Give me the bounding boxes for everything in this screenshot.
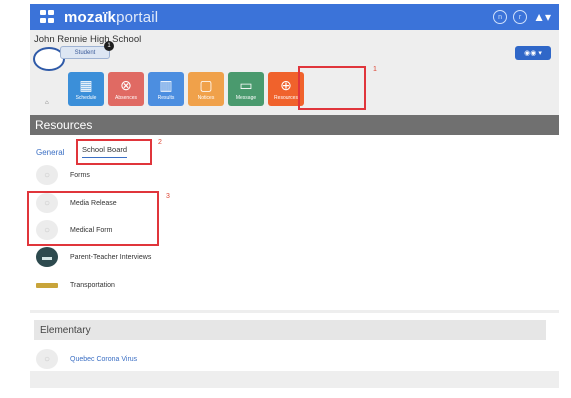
resources-panel: General School Board 2 ○ Forms ○ Media R… bbox=[27, 135, 559, 310]
highlight-box-school-board bbox=[76, 139, 152, 165]
tile-schedule[interactable]: ▦ Schedule bbox=[68, 72, 104, 106]
tile-label: Results bbox=[157, 94, 175, 101]
brand-name-light: portail bbox=[116, 8, 159, 26]
user-menu-icon[interactable]: ▲▾ bbox=[533, 10, 551, 24]
tab-general[interactable]: General bbox=[36, 148, 64, 157]
resources-icon: ⊕ bbox=[280, 76, 292, 93]
highlight-box-resources bbox=[298, 66, 366, 110]
school-name: John Rennie High School bbox=[34, 34, 142, 45]
message-icon: ▭ bbox=[239, 76, 253, 93]
tile-label: Message bbox=[235, 94, 257, 101]
annotation-number: 1 bbox=[373, 66, 377, 73]
tile-notices[interactable]: ▢ Notices bbox=[188, 72, 224, 106]
alarm-icon: ⊗ bbox=[120, 76, 132, 93]
student-chip[interactable]: Student bbox=[60, 46, 110, 59]
elementary-item-label: Quebec Corona Virus bbox=[70, 355, 138, 363]
resource-item-forms[interactable]: ○ Forms bbox=[36, 165, 90, 185]
student-count-badge: 1 bbox=[104, 41, 114, 51]
resource-item-transportation[interactable]: Transportation bbox=[36, 275, 115, 295]
annotation-number: 3 bbox=[166, 193, 170, 200]
mozaik-logo-icon bbox=[40, 10, 56, 24]
tile-label: Schedule bbox=[75, 94, 97, 101]
folder-icon: ▢ bbox=[199, 76, 213, 93]
resource-item-label: Forms bbox=[70, 171, 90, 179]
top-bar: mozaïkportail n r ▲▾ bbox=[30, 4, 559, 30]
tile-label: Notices bbox=[197, 94, 215, 101]
top-icons: n r ▲▾ bbox=[493, 10, 551, 24]
tile-label: Absences bbox=[115, 94, 137, 101]
settings-circle-icon[interactable]: r bbox=[513, 10, 528, 24]
resource-item-parent-teacher[interactable]: ▬ Parent-Teacher Interviews bbox=[36, 247, 151, 267]
bus-icon bbox=[36, 275, 58, 295]
resources-header: Resources bbox=[30, 115, 559, 135]
tile-results[interactable]: ▥ Results bbox=[148, 72, 184, 106]
meeting-icon: ▬ bbox=[36, 247, 58, 267]
brand-name[interactable]: mozaïkportail bbox=[64, 9, 158, 26]
module-tiles: ▦ Schedule ⊗ Absences ▥ Results ▢ Notice… bbox=[68, 72, 304, 106]
notification-icon[interactable]: n bbox=[493, 10, 508, 24]
resource-item-label: Parent-Teacher Interviews bbox=[70, 253, 152, 261]
calendar-icon: ▦ bbox=[79, 76, 93, 93]
document-icon: ○ bbox=[36, 349, 58, 369]
elementary-header: Elementary bbox=[34, 320, 546, 340]
main-content: John Rennie High School Student 1 ◉◉ ▾ ▦ … bbox=[27, 30, 559, 388]
highlight-box-forms bbox=[27, 191, 159, 246]
document-icon: ○ bbox=[36, 165, 58, 185]
elementary-panel: Elementary ○ Quebec Corona Virus bbox=[30, 313, 559, 371]
people-button-caret: ▾ bbox=[538, 50, 542, 57]
tile-message[interactable]: ▭ Message bbox=[228, 72, 264, 106]
elementary-item-corona[interactable]: ○ Quebec Corona Virus bbox=[36, 349, 137, 369]
people-switch-button[interactable]: ◉◉ ▾ bbox=[515, 46, 551, 60]
tile-label: Resources bbox=[274, 94, 298, 101]
resource-item-label: Transportation bbox=[70, 281, 115, 289]
home-icon[interactable]: ⌂ bbox=[45, 100, 49, 106]
bar-chart-icon: ▥ bbox=[159, 76, 173, 93]
tile-absences[interactable]: ⊗ Absences bbox=[108, 72, 144, 106]
annotation-number: 2 bbox=[158, 139, 162, 146]
people-icon: ◉◉ bbox=[524, 50, 537, 57]
brand-name-bold: mozaïk bbox=[64, 8, 117, 26]
